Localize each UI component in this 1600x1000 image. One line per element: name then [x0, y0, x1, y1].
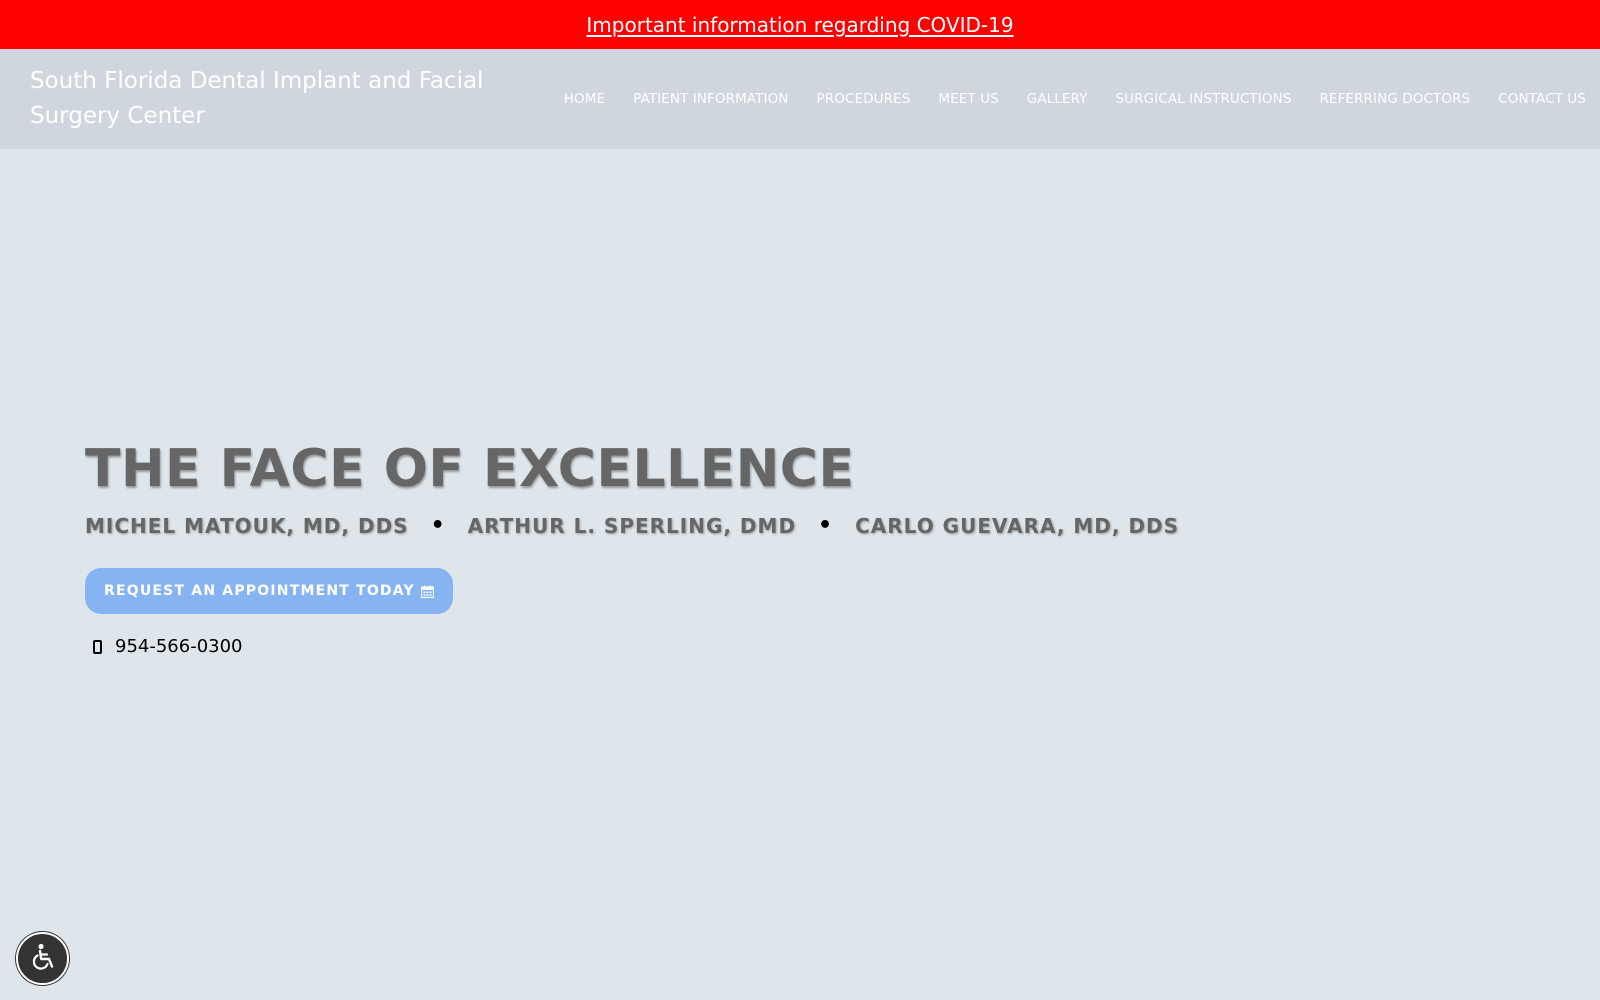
doctor-name: CARLO GUEVARA, MD, DDS [855, 513, 1180, 538]
bullet-separator: • [818, 513, 834, 538]
mobile-phone-icon [93, 639, 102, 654]
site-header: South Florida Dental Implant and Facial … [0, 49, 1600, 149]
nav-gallery[interactable]: GALLERY [1027, 91, 1088, 107]
nav-procedures[interactable]: PROCEDURES [817, 91, 911, 107]
bullet-separator: • [430, 513, 446, 538]
wheelchair-icon [28, 942, 58, 976]
hero-section: THE FACE OF EXCELLENCE MICHEL MATOUK, MD… [85, 437, 1179, 657]
phone-row[interactable]: 954-566-0300 [85, 636, 1179, 657]
calendar-icon [420, 585, 434, 598]
phone-number[interactable]: 954-566-0300 [115, 636, 243, 657]
nav-patient-information[interactable]: PATIENT INFORMATION [633, 91, 788, 107]
accessibility-button[interactable] [16, 932, 69, 985]
nav-referring-doctors[interactable]: REFERRING DOCTORS [1319, 91, 1470, 107]
doctor-name: ARTHUR L. SPERLING, DMD [467, 513, 797, 538]
doctor-name: MICHEL MATOUK, MD, DDS [85, 513, 409, 538]
nav-surgical-instructions[interactable]: SURGICAL INSTRUCTIONS [1116, 91, 1292, 107]
site-title[interactable]: South Florida Dental Implant and Facial … [30, 64, 500, 134]
nav-home[interactable]: HOME [564, 91, 605, 107]
request-appointment-label: REQUEST AN APPOINTMENT TODAY [104, 583, 415, 599]
hero-title: THE FACE OF EXCELLENCE [85, 439, 855, 499]
nav-contact-us[interactable]: CONTACT US [1498, 91, 1586, 107]
request-appointment-button[interactable]: REQUEST AN APPOINTMENT TODAY [85, 568, 453, 614]
doctor-list: MICHEL MATOUK, MD, DDS • ARTHUR L. SPERL… [85, 513, 1179, 538]
covid-info-link[interactable]: Important information regarding COVID-19 [586, 13, 1013, 37]
covid-banner: Important information regarding COVID-19 [0, 0, 1600, 49]
nav-meet-us[interactable]: MEET US [938, 91, 998, 107]
main-nav: HOME PATIENT INFORMATION PROCEDURES MEET… [536, 91, 1586, 107]
